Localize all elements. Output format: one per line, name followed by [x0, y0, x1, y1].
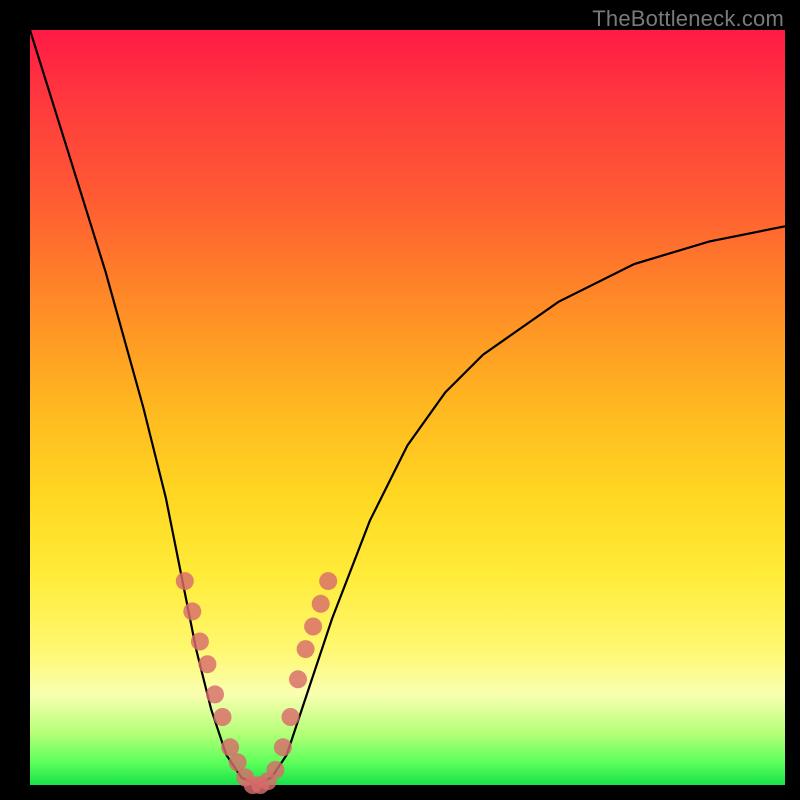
- scatter-dot: [297, 640, 315, 658]
- scatter-dot: [191, 633, 209, 651]
- chart-frame: TheBottleneck.com: [0, 0, 800, 800]
- scatter-dot: [206, 685, 224, 703]
- scatter-dot: [289, 670, 307, 688]
- scatter-dot: [312, 595, 330, 613]
- bottleneck-curve: [30, 30, 785, 785]
- curve-layer: [30, 30, 785, 785]
- scatter-dot: [319, 572, 337, 590]
- scatter-dot: [183, 602, 201, 620]
- scatter-dots: [176, 572, 337, 794]
- watermark-text: TheBottleneck.com: [592, 6, 784, 32]
- scatter-dot: [266, 761, 284, 779]
- scatter-dot: [176, 572, 194, 590]
- scatter-dot: [198, 655, 216, 673]
- scatter-dot: [304, 618, 322, 636]
- scatter-dot: [274, 738, 292, 756]
- scatter-dot: [214, 708, 232, 726]
- scatter-dot: [282, 708, 300, 726]
- plot-area: [30, 30, 785, 785]
